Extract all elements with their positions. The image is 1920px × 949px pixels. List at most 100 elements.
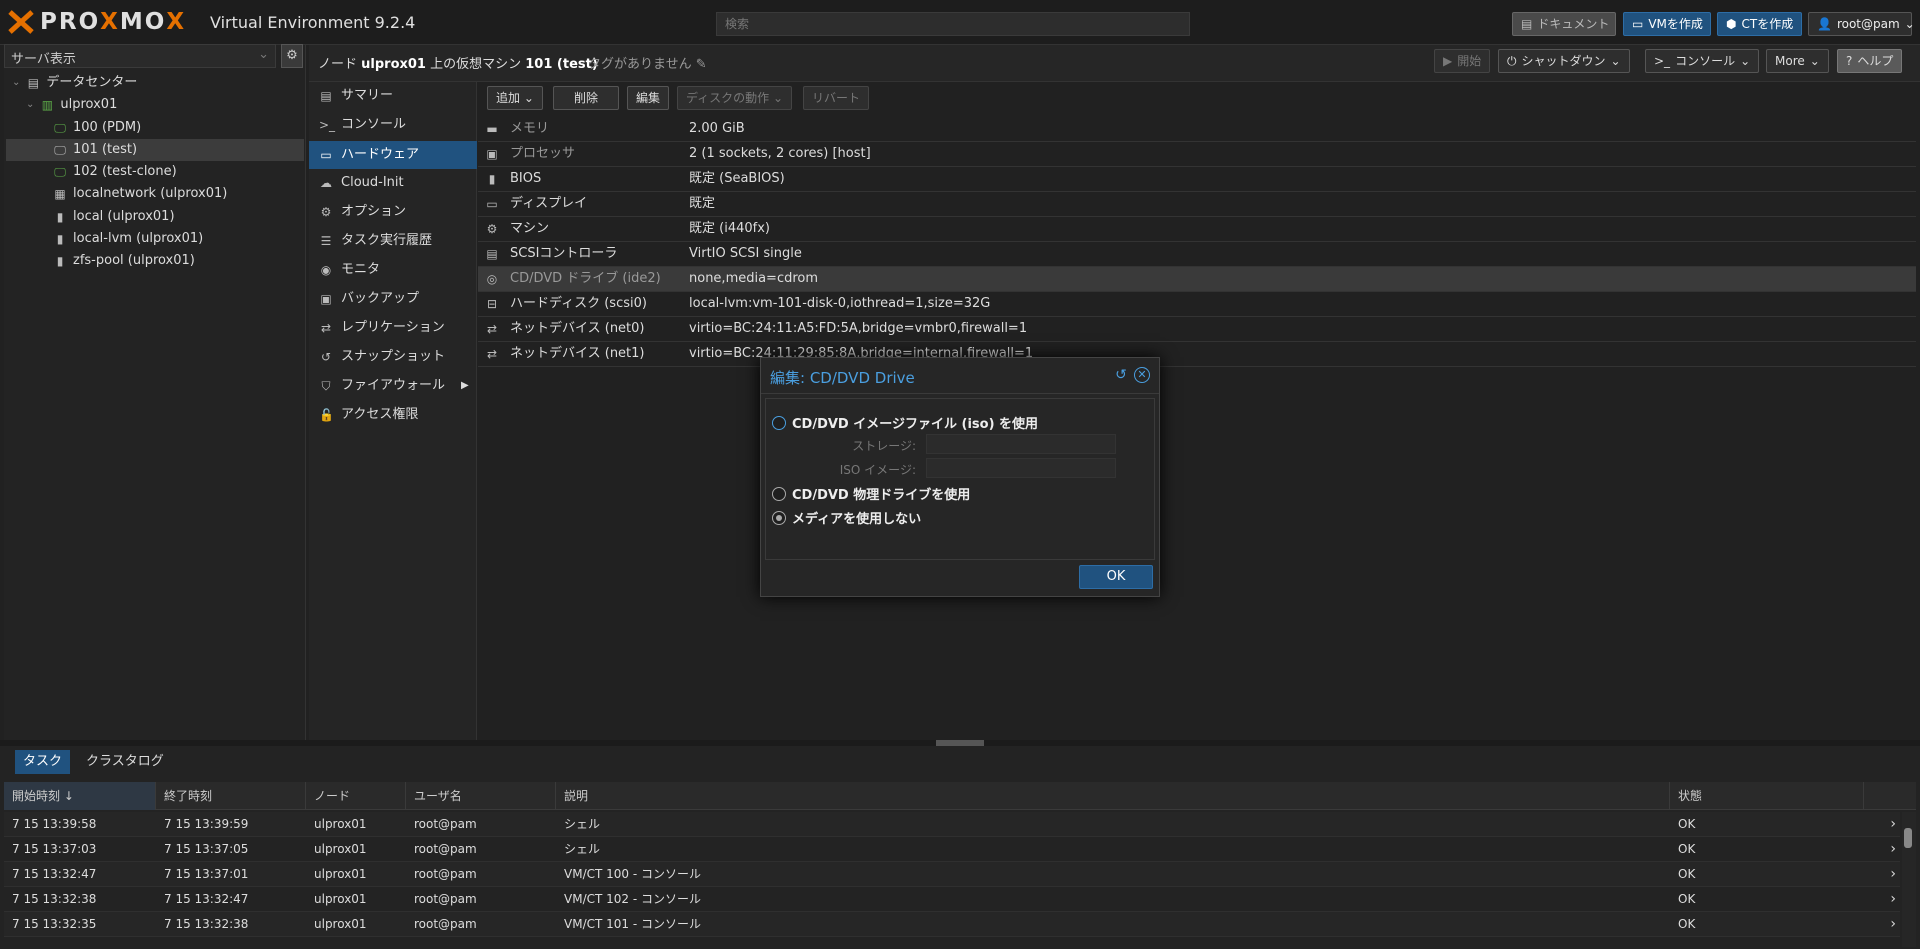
- nav-item-replication[interactable]: ⇄ レプリケーション: [309, 314, 477, 342]
- col-node[interactable]: ノード: [306, 782, 406, 810]
- table-row[interactable]: 7 15 13:32:47 7 15 13:37:01 ulprox01 root@p…: [4, 862, 1900, 887]
- nav-item-permissions[interactable]: 🔓 アクセス権限: [309, 401, 477, 429]
- nav-item-console[interactable]: >_ コンソール: [309, 111, 477, 139]
- remove-button[interactable]: 削除: [553, 86, 619, 110]
- tab-tasks[interactable]: タスク: [15, 750, 71, 774]
- console-icon: >_: [319, 118, 336, 132]
- help-button[interactable]: ? ヘルプ: [1837, 49, 1903, 73]
- col-end-time[interactable]: 終了時刻: [156, 782, 306, 810]
- nav-item-backup[interactable]: ▣ バックアップ: [309, 285, 477, 313]
- display-icon: ▭: [486, 197, 498, 211]
- replication-icon: ⇄: [320, 321, 332, 335]
- chevron-right-icon[interactable]: ›: [1890, 812, 1896, 836]
- chevron-right-icon[interactable]: ›: [1890, 912, 1896, 936]
- nav-item-options[interactable]: ⚙ オプション: [309, 198, 477, 226]
- chevron-down-icon: ⌄: [26, 99, 35, 110]
- add-button[interactable]: 追加 ⌄: [487, 86, 543, 110]
- tree-item-zfs-pool[interactable]: ▮ zfs-pool (ulprox01): [52, 250, 195, 272]
- table-row[interactable]: 7 15 13:32:35 7 15 13:32:38 ulprox01 root@p…: [4, 912, 1900, 937]
- nav-item-summary[interactable]: ▤ サマリー: [309, 82, 477, 110]
- documentation-button[interactable]: ▤ ドキュメント: [1512, 12, 1616, 36]
- nav-item-hardware[interactable]: ▭ ハードウェア: [309, 141, 477, 169]
- tab-cluster-log[interactable]: クラスタログ: [78, 750, 172, 774]
- play-icon: ▶: [1443, 54, 1453, 68]
- table-row[interactable]: 7 15 13:32:38 7 15 13:32:47 ulprox01 root@p…: [4, 887, 1900, 912]
- chevron-right-icon[interactable]: ›: [1890, 887, 1896, 911]
- nav-item-label: サマリー: [341, 88, 394, 103]
- gear-icon[interactable]: ⚙: [281, 44, 303, 68]
- logo-wordmark: PROXMOX: [40, 9, 187, 35]
- pencil-icon[interactable]: ✎: [696, 57, 707, 72]
- proxmox-x-icon: [8, 10, 34, 34]
- hw-row-processor[interactable]: ▣ プロセッサ 2 (1 sockets, 2 cores) [host]: [478, 142, 1916, 167]
- nav-item-task-history[interactable]: ☰ タスク実行履歴: [309, 227, 477, 255]
- search-input[interactable]: 検索: [716, 12, 1190, 36]
- table-cell: 7 15 13:32:47: [164, 892, 249, 906]
- user-menu-button[interactable]: 👤 root@pam ⌄: [1808, 12, 1915, 36]
- table-row[interactable]: 7 15 13:39:58 7 15 13:39:59 ulprox01 root@p…: [4, 812, 1900, 837]
- nav-item-snapshot[interactable]: ↺ スナップショット: [309, 343, 477, 371]
- col-description[interactable]: 説明: [556, 782, 1670, 810]
- view-selector[interactable]: サーバ表示 ⌄: [4, 44, 276, 68]
- disk-action-button[interactable]: ディスクの動作 ⌄: [677, 86, 793, 110]
- no-media-radio[interactable]: メディアを使用しない: [772, 508, 921, 527]
- tree-item-localnetwork[interactable]: ▦ localnetwork (ulprox01): [52, 183, 227, 205]
- shutdown-button[interactable]: ⏻ シャットダウン ⌄: [1498, 49, 1630, 73]
- create-ct-label: CTを作成: [1741, 17, 1794, 31]
- close-icon[interactable]: ✕: [1134, 367, 1150, 383]
- tags-label[interactable]: タグがありません ✎: [588, 53, 707, 72]
- table-cell: root@pam: [414, 842, 477, 856]
- hw-row-harddisk[interactable]: ⊟ ハードディスク (scsi0) local-lvm:vm-101-disk-0,…: [478, 292, 1916, 317]
- use-physical-drive-radio[interactable]: CD/DVD 物理ドライブを使用: [772, 484, 970, 503]
- col-start-time[interactable]: 開始時刻 ↓: [4, 782, 156, 810]
- tags-text: タグがありません: [588, 57, 692, 72]
- hw-row-cdrom[interactable]: ◎ CD/DVD ドライブ (ide2) none,media=cdrom: [478, 267, 1916, 292]
- console-button[interactable]: >_ コンソール ⌄: [1645, 49, 1760, 73]
- use-iso-label: CD/DVD イメージファイル (iso) を使用: [792, 417, 1039, 432]
- scsi-icon: ▤: [486, 247, 498, 261]
- product-version: Virtual Environment 9.2.4: [210, 13, 416, 32]
- reset-icon[interactable]: ↺: [1113, 367, 1129, 383]
- hw-row-bios[interactable]: ▮ BIOS 既定 (SeaBIOS): [478, 167, 1916, 192]
- nav-item-firewall[interactable]: ⛉ ファイアウォール ▶: [309, 372, 477, 400]
- no-media-label: メディアを使用しない: [792, 512, 922, 527]
- hw-row-scsi-controller[interactable]: ▤ SCSIコントローラ VirtIO SCSI single: [478, 242, 1916, 267]
- view-selector-label: サーバ表示: [11, 52, 76, 67]
- tree-item-vm-100[interactable]: 🖵 100 (PDM): [52, 117, 141, 139]
- scrollbar-thumb[interactable]: [1904, 828, 1912, 848]
- hw-row-memory[interactable]: ▬ メモリ 2.00 GiB: [478, 117, 1916, 142]
- table-row[interactable]: 7 15 13:37:03 7 15 13:37:05 ulprox01 root@p…: [4, 837, 1900, 862]
- edit-button[interactable]: 編集: [627, 86, 670, 110]
- hw-row-net1[interactable]: ⇄ ネットデバイス (net1) virtio=BC:24:11:29:85:8A,…: [478, 342, 1916, 367]
- tree-item-node[interactable]: ⌄ ▥ ulprox01: [26, 94, 117, 116]
- tree-item-vm-102[interactable]: 🖵 102 (test-clone): [52, 161, 177, 183]
- hw-key: CD/DVD ドライブ (ide2): [510, 271, 661, 286]
- revert-button[interactable]: リバート: [803, 86, 870, 110]
- table-cell: OK: [1678, 867, 1696, 881]
- cube-icon: ⬢: [1726, 17, 1737, 31]
- tree-item-local[interactable]: ▮ local (ulprox01): [52, 206, 175, 228]
- more-button[interactable]: More ⌄: [1766, 49, 1829, 73]
- create-vm-button[interactable]: ▭ VMを作成: [1623, 12, 1711, 36]
- tree-item-datacenter[interactable]: ⌄ ▤ データセンター: [12, 72, 137, 94]
- hw-row-net0[interactable]: ⇄ ネットデバイス (net0) virtio=BC:24:11:A5:FD:5A,…: [478, 317, 1916, 342]
- hw-row-display[interactable]: ▭ ディスプレイ 既定: [478, 192, 1916, 217]
- proxmox-logo: PROXMOX: [8, 8, 186, 36]
- chevron-right-icon[interactable]: ›: [1890, 862, 1896, 886]
- nav-item-label: レプリケーション: [341, 320, 445, 335]
- create-ct-button[interactable]: ⬢ CTを作成: [1717, 12, 1802, 36]
- start-button[interactable]: ▶ 開始: [1434, 49, 1491, 73]
- col-status[interactable]: 状態: [1670, 782, 1864, 810]
- use-iso-radio[interactable]: CD/DVD イメージファイル (iso) を使用: [772, 413, 1038, 432]
- documentation-label: ドキュメント: [1537, 17, 1610, 31]
- col-user[interactable]: ユーザ名: [406, 782, 556, 810]
- tree-item-vm-101[interactable]: 🖵 101 (test): [6, 139, 304, 161]
- tree-item-local-lvm[interactable]: ▮ local-lvm (ulprox01): [52, 228, 204, 250]
- ok-button[interactable]: OK: [1079, 565, 1153, 589]
- nav-item-monitor[interactable]: ◉ モニタ: [309, 256, 477, 284]
- chevron-right-icon[interactable]: ›: [1890, 837, 1896, 861]
- nav-item-cloud-init[interactable]: ☁ Cloud-Init: [309, 169, 477, 197]
- backup-icon: ▣: [320, 292, 332, 306]
- hw-row-machine[interactable]: ⚙ マシン 既定 (i440fx): [478, 217, 1916, 242]
- nav-item-label: オプション: [341, 204, 407, 219]
